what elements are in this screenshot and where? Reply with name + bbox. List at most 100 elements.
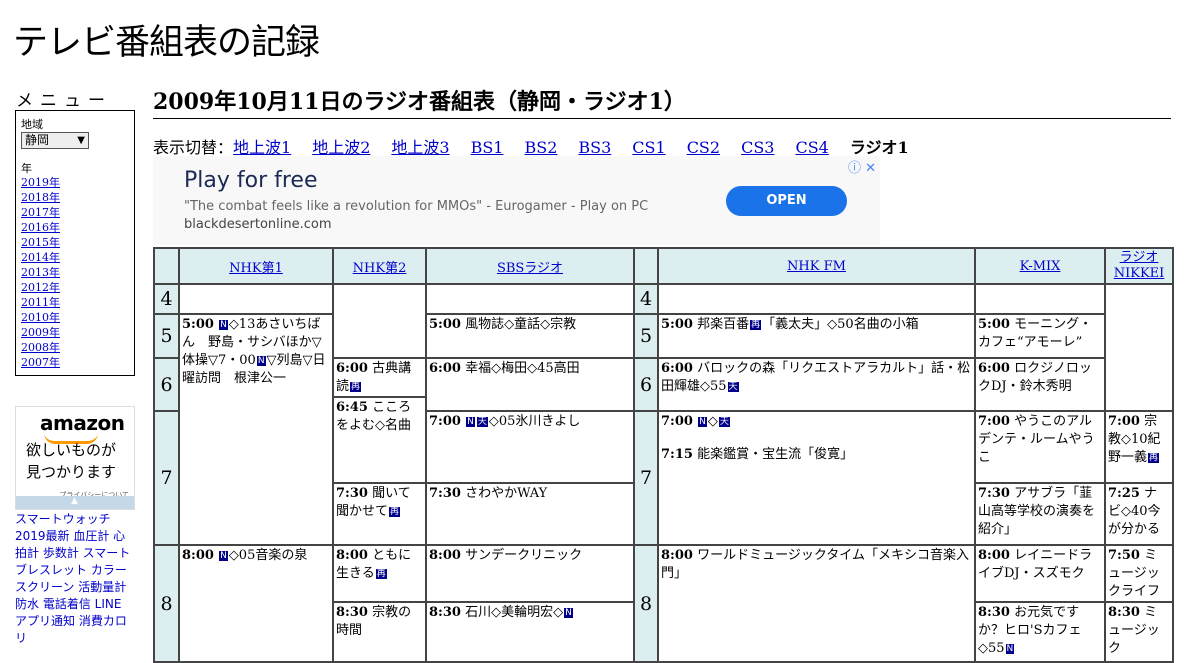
program-cell[interactable]: 7:30 アサブラ「韮山高等学校の演奏を紹介」 [974, 482, 1106, 546]
switch-current: ラジオ1 [849, 138, 909, 157]
weather-glyph-icon: 天 [718, 417, 730, 427]
program-cell[interactable]: 8:30 ミュージック [1104, 601, 1174, 663]
program-cell[interactable]: 5:00 モーニング・カフェ“アモーレ” [974, 313, 1106, 359]
program-cell[interactable]: 7:50 ミュージックライフ [1104, 544, 1174, 603]
amazon-ad[interactable]: amazon 欲しいものが 見つかります プライバシーについて ▲ [15, 406, 135, 510]
weather-glyph-icon: 天 [476, 417, 488, 427]
empty-slot [332, 283, 427, 359]
switch-link[interactable]: 地上波3 [391, 138, 449, 157]
switch-link[interactable]: 地上波1 [233, 138, 291, 157]
program-cell[interactable]: 7:25 ナビ◇40今が分かる [1104, 482, 1174, 546]
hour-cell: 4 [153, 283, 180, 315]
weather-glyph-icon: 天 [727, 382, 739, 392]
region-select[interactable]: 静岡 ▼ [21, 132, 89, 149]
empty-slot [425, 283, 635, 315]
year-link[interactable]: 2013年 [21, 266, 60, 279]
year-link[interactable]: 2011年 [21, 296, 60, 309]
channel-header[interactable]: SBSラジオ [497, 261, 563, 276]
switch-link[interactable]: BS1 [471, 138, 504, 157]
program-cell[interactable]: 8:00 ともに生きる再 [332, 544, 427, 603]
program-cell[interactable]: 7:00 やうこのアルデンテ・ルームやうこ [974, 410, 1106, 484]
program-cell[interactable]: 7:30 聞いて聞かせて再 [332, 482, 427, 546]
year-label: 年 [21, 162, 32, 175]
hour-cell: 7 [153, 410, 180, 546]
news-glyph-icon: N [698, 417, 707, 427]
sidebar-ad-links[interactable]: スマートウォッチ 2019最新 血圧計 心拍計 歩数計 スマートブレスレット カ… [15, 511, 135, 647]
news-glyph-icon: N [256, 356, 266, 366]
switch-link[interactable]: CS3 [741, 138, 774, 157]
program-cell[interactable]: 8:30 石川◇美輪明宏◇ N [425, 601, 635, 663]
channel-header[interactable]: ラジオNIKKEI [1114, 250, 1165, 281]
switcher-label: 表示切替： [153, 138, 234, 157]
ad-open-button[interactable]: OPEN [726, 186, 847, 216]
switch-link[interactable]: BS2 [524, 138, 557, 157]
channel-header[interactable]: NHK第2 [353, 261, 407, 276]
program-cell[interactable]: 8:30 お元気ですか？ヒロ'Sカフェ◇55 N [974, 601, 1106, 663]
year-list: 2019年 2018年 2017年 2016年 2015年 2014年 2013… [21, 175, 60, 370]
channel-header[interactable]: NHK FM [787, 259, 846, 274]
program-cell[interactable]: 7:00 N 天 ◇05氷川きよし [425, 410, 635, 484]
program-cell[interactable]: 7:00 宗教◇10紀野一義再 [1104, 410, 1174, 484]
year-link[interactable]: 2016年 [21, 221, 60, 234]
hour-cell: 5 [153, 313, 180, 359]
year-link[interactable]: 2019年 [21, 176, 60, 189]
site-title: テレビ番組表の記録 [13, 23, 320, 63]
caret-up-icon: ▲ [71, 496, 78, 506]
year-link[interactable]: 2007年 [21, 356, 60, 369]
program-cell[interactable]: 6:00 バロックの森「リクエストアラカルト」話・松田輝雄◇55 天 [657, 357, 976, 412]
schedule-table: NHK第1 NHK第2 SBSラジオ NHK FM K-MIX ラジオNIKKE… [153, 247, 1174, 663]
program-cell[interactable]: 5:00 N ◇13あさいちばん 野島・サシバほか▽体操▽7・00 N ▽列島▽日曜訪… [178, 313, 334, 546]
year-link[interactable]: 2012年 [21, 281, 60, 294]
program-cell[interactable]: 8:00 サンデークリニック [425, 544, 635, 603]
program-cell[interactable]: 5:00 邦楽百番再「義太夫」◇50名曲の小箱 [657, 313, 976, 359]
hour-cell: 7 [633, 410, 659, 546]
program-cell[interactable]: 6:00 幸福◇梅田◇45高田 [425, 357, 635, 412]
program-cell[interactable]: 7:00 N ◇ 天 7:15 能楽鑑賞・宝生流「俊寛」 [657, 410, 976, 546]
switch-link[interactable]: CS2 [687, 138, 720, 157]
hour-cell: 5 [633, 313, 659, 359]
region-label: 地域 [21, 118, 43, 131]
year-link[interactable]: 2017年 [21, 206, 60, 219]
empty-slot [1104, 283, 1174, 412]
display-ad[interactable]: Play for free "The combat feels like a r… [153, 156, 880, 245]
empty-slot [178, 283, 334, 315]
switch-link[interactable]: 地上波2 [312, 138, 370, 157]
program-cell[interactable]: 6:00 ロクジノロックDJ・鈴木秀明 [974, 357, 1106, 412]
rebroadcast-glyph-icon: 再 [389, 507, 401, 517]
year-link[interactable]: 2009年 [21, 326, 60, 339]
channel-header[interactable]: NHK第1 [229, 261, 283, 276]
year-link[interactable]: 2014年 [21, 251, 60, 264]
year-link[interactable]: 2015年 [21, 236, 60, 249]
program-cell[interactable]: 8:00 N ◇05音楽の泉 [178, 544, 334, 663]
amazon-expand-bar[interactable]: ▲ [16, 496, 134, 509]
view-switcher: 表示切替：地上波1 地上波2 地上波3 BS1 BS2 BS3 CS1 CS2 CS3 CS4 ラジ… [153, 134, 930, 158]
program-cell[interactable]: 7:30 さわやかWAY [425, 482, 635, 546]
amazon-tagline: 欲しいものが 見つかります [26, 441, 117, 481]
program-cell[interactable]: 6:00 古典講読再 [332, 357, 427, 398]
switch-link[interactable]: BS3 [578, 138, 611, 157]
ad-headline[interactable]: Play for free [184, 168, 318, 193]
news-glyph-icon: N [219, 320, 228, 330]
rebroadcast-glyph-icon: 再 [350, 382, 362, 392]
hour-cell: 8 [153, 544, 180, 663]
hour-cell: 6 [633, 357, 659, 412]
channel-header[interactable]: K-MIX [1020, 259, 1061, 274]
year-link[interactable]: 2018年 [21, 191, 60, 204]
corner-cell [153, 247, 180, 285]
switch-link[interactable]: CS4 [795, 138, 828, 157]
year-link[interactable]: 2010年 [21, 311, 60, 324]
region-select-value: 静岡 [25, 133, 50, 147]
ad-info-close-icon[interactable]: ⓘ ✕ [848, 157, 876, 176]
corner-cell [633, 247, 659, 285]
switch-link[interactable]: CS1 [632, 138, 665, 157]
program-cell[interactable]: 5:00 風物誌◇童話◇宗教 [425, 313, 635, 359]
program-cell[interactable]: 6:45 こころをよむ◇名曲 [332, 396, 427, 484]
ad-quote: "The combat feels like a revolution for … [184, 199, 649, 214]
program-cell[interactable]: 8:00 レイニードライブDJ・スズモク [974, 544, 1106, 603]
ad-domain[interactable]: blackdesertonline.com [184, 217, 332, 232]
program-cell[interactable]: 8:30 宗教の時間 [332, 601, 427, 663]
program-cell[interactable]: 8:00 ワールドミュージックタイム「メキシコ音楽入門」 [657, 544, 976, 663]
year-link[interactable]: 2008年 [21, 341, 60, 354]
empty-slot [657, 283, 976, 315]
rebroadcast-glyph-icon: 再 [375, 569, 387, 579]
